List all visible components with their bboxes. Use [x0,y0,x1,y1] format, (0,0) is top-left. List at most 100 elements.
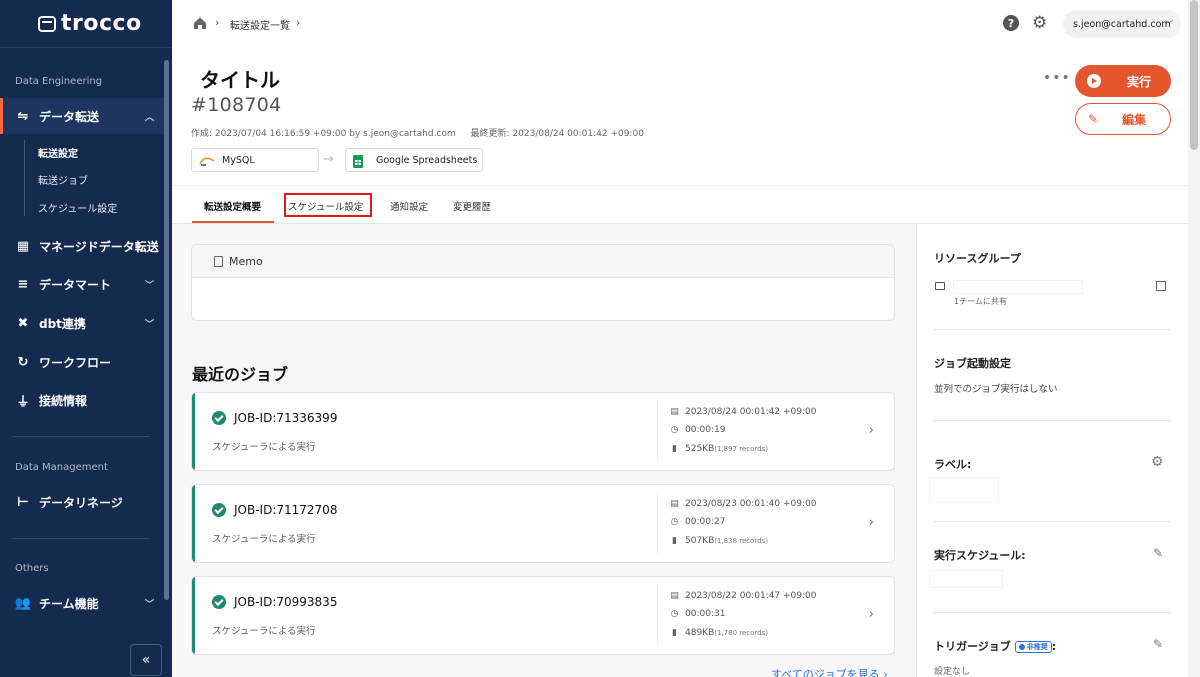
database-icon: ≡ [17,276,29,292]
bus-logo-icon [38,15,56,32]
job-datetime: ▤ 2023/08/24 00:01:42 +09:00 [669,407,817,417]
job-trigger: スケジューラによる実行 [212,534,316,545]
memo-title: Memo [229,254,263,268]
chevron-right-icon[interactable]: › [869,607,874,622]
resource-group-name [954,281,1082,293]
pencil-icon[interactable]: ✎ [1153,637,1163,651]
sidebar-scrollbar-thumb[interactable] [164,60,169,600]
gear-icon[interactable]: ⚙ [1151,454,1164,470]
help-icon[interactable]: ? [1003,15,1019,31]
job-start-value: 並列でのジョブ実行はしない [934,384,1058,395]
job-size-value: 489KB [685,628,715,638]
label-value [930,478,998,502]
sidebar-item-label: ワークフロー [39,355,112,370]
breadcrumb-transfer-list[interactable]: 転送設定一覧 [230,17,290,32]
sidebar-item-data-transfer[interactable]: ⇋ データ転送 ︿ [0,98,164,134]
job-size: ▮ 507KB (1,838 records) [669,536,768,546]
sidebar-item-managed-transfer[interactable]: ▦ マネージドデータ転送 [0,228,164,264]
sidebar-item-connection[interactable]: ⏚ 接続情報 [0,382,164,418]
pencil-icon[interactable]: ✎ [1153,546,1163,560]
deprecated-badge: 非推奨 [1014,641,1052,653]
info-icon [1018,644,1025,650]
sidebar-subitem-transfer-settings[interactable]: 転送設定 [38,145,78,160]
job-records: (1,838 records) [714,537,768,545]
user-email: s.jeon@cartahd.com [1073,18,1171,30]
job-datetime: ▤ 2023/08/22 00:01:47 +09:00 [669,591,817,601]
job-datetime-value: 2023/08/22 00:01:47 +09:00 [685,591,817,601]
user-menu[interactable]: s.jeon@cartahd.com ﹀ [1063,10,1181,38]
sidebar-divider [12,436,149,437]
transfer-arrows-icon: ⇋ [17,108,29,124]
job-card[interactable]: JOB-ID:70993835 スケジューラによる実行 ▤ 2023/08/22 … [191,576,895,655]
external-link-icon[interactable] [1156,281,1166,291]
sidebar-item-label: dbt連携 [39,316,86,331]
collapse-sidebar-button[interactable]: « [130,644,162,676]
run-button[interactable]: 実行 [1075,65,1171,97]
panel-divider [933,612,1171,613]
logo[interactable]: trocco [0,0,172,48]
section-data-management: Data Management [15,462,108,473]
section-others: Others [15,563,49,574]
page-scrollbar-thumb[interactable] [1190,0,1198,150]
tab-history[interactable]: 変更履歴 [453,199,491,213]
sidebar-item-workflow[interactable]: ↻ ワークフロー [0,344,164,380]
job-duration-value: 00:00:31 [685,609,726,619]
resource-shared-info: 1チームに共有 [954,297,1007,306]
edit-button[interactable]: ✎ 編集 [1075,103,1171,135]
trigger-job-label: トリガージョブ [934,640,1011,653]
job-size-value: 507KB [685,536,715,546]
created-info: 作成: 2023/07/04 16:16:59 +09:00 by s.jeon… [191,129,456,139]
tab-notification[interactable]: 通知設定 [390,199,428,213]
workflow-icon: ↻ [17,354,29,370]
bar-chart-icon: ▮ [672,536,677,546]
job-datetime-value: 2023/08/24 00:01:42 +09:00 [685,407,817,417]
panel-divider [933,329,1171,330]
meta-info: 作成: 2023/07/04 16:16:59 +09:00 by s.jeon… [191,126,656,139]
document-icon [214,255,223,267]
sidebar-divider [12,538,149,539]
home-icon[interactable] [193,16,207,30]
logo-text: trocco [61,11,142,36]
job-card[interactable]: JOB-ID:71336399 スケジューラによる実行 ▤ 2023/08/24 … [191,392,895,471]
deprecated-badge-label: 非推奨 [1026,643,1048,651]
play-icon [1087,74,1101,88]
schedule-value [930,571,1002,587]
timer-icon: ◷ [670,609,679,619]
timer-icon: ◷ [670,517,679,527]
source-name: MySQL [222,154,255,166]
memo-card: Memo [191,244,895,321]
tab-overview[interactable]: 転送設定概要 [204,199,261,213]
sidebar-item-team[interactable]: 👥 チーム機能 ﹀ [0,585,164,621]
success-check-icon [212,503,226,517]
job-size: ▮ 525KB (1,897 records) [669,444,768,454]
timer-icon: ◷ [670,425,679,435]
recent-jobs-title: 最近のジョブ [192,365,289,384]
more-options-icon[interactable]: ••• [1043,70,1071,86]
sidebar-item-datamart[interactable]: ≡ データマート ﹀ [0,266,164,302]
config-id: #108704 [191,94,282,116]
arrow-right-icon: → [323,152,334,167]
plug-icon: ⏚ [16,394,30,410]
sidebar-item-label: データ転送 [39,109,100,124]
job-records: (1,897 records) [714,445,768,453]
run-label: 実行 [1127,74,1152,89]
job-card[interactable]: JOB-ID:71172708 スケジューラによる実行 ▤ 2023/08/23 … [191,484,895,563]
sidebar-subitem-schedule-settings[interactable]: スケジュール設定 [38,200,117,215]
see-all-jobs-link[interactable]: すべてのジョブを見る › [771,666,888,677]
success-check-icon [212,595,226,609]
job-size: ▮ 489KB (1,780 records) [669,628,768,638]
breadcrumb-separator-icon: › [296,16,301,29]
sidebar-item-label: データリネージ [39,495,123,510]
pencil-icon: ✎ [1088,112,1099,126]
chevron-right-icon[interactable]: › [869,515,874,530]
memo-header: Memo [192,245,894,278]
source-connector: MySQL [191,148,319,172]
submenu-line [24,140,25,216]
sidebar-subitem-transfer-jobs[interactable]: 転送ジョブ [38,172,88,187]
lineage-icon: ⊢ [17,494,29,510]
sidebar-item-lineage[interactable]: ⊢ データリネージ [0,484,164,520]
chevron-right-icon[interactable]: › [869,423,874,438]
folder-icon [935,282,945,290]
sidebar-item-dbt[interactable]: ✖ dbt連携 ﹀ [0,305,164,341]
gear-icon[interactable]: ⚙ [1032,13,1047,33]
